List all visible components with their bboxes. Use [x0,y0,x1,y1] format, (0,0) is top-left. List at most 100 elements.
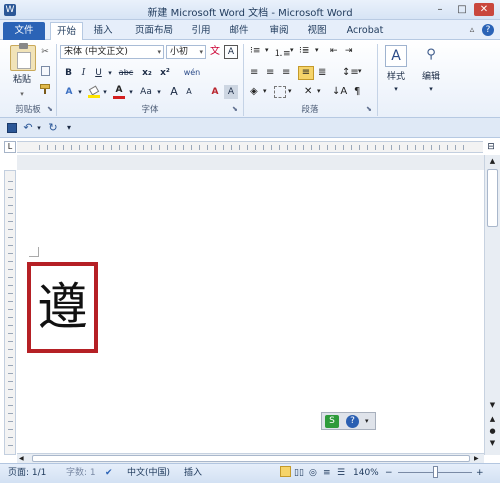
close-button[interactable]: ✕ [474,3,494,16]
sogou-ime-icon[interactable]: S [325,415,339,428]
zoom-slider-thumb[interactable] [433,466,438,478]
font-size-select[interactable]: 小初 ▾ [166,45,206,59]
sort-icon[interactable]: ↓A [332,86,347,97]
tab-page-layout[interactable]: 页面布局 [128,22,180,40]
enclose-char-button[interactable]: A [208,85,222,99]
undo-dropdown-icon[interactable]: ▾ [35,121,43,135]
customize-qat-icon[interactable]: ▾ [64,121,74,135]
previous-page-icon[interactable]: ▲ [487,415,498,423]
styles-dropdown-icon[interactable]: ▾ [388,82,404,96]
format-painter-icon[interactable] [40,84,52,94]
bullets-dropdown-icon[interactable]: ▾ [265,46,269,54]
paragraph-launcher-icon[interactable]: ⬊ [366,105,374,113]
strikethrough-button[interactable]: abc [116,66,136,80]
tab-acrobat[interactable]: Acrobat [343,22,387,40]
increase-indent-icon[interactable]: ⇥ [345,46,353,56]
vertical-scrollbar[interactable]: ▲ ▼ ▲ ● ▼ [484,155,500,455]
text-effects-dropdown-icon[interactable]: ▾ [76,85,84,99]
numbering-icon[interactable]: ⒈≡ [274,46,291,59]
scroll-down-icon[interactable]: ▼ [487,401,498,409]
binoculars-icon[interactable]: ⚲ [420,45,442,67]
subscript-button[interactable]: x₂ [139,66,155,80]
multilevel-dropdown-icon[interactable]: ▾ [315,46,319,54]
shading-dropdown-icon[interactable]: ▾ [263,87,267,95]
font-color-dropdown-icon[interactable]: ▾ [127,85,135,99]
decrease-indent-icon[interactable]: ⇤ [330,46,338,56]
distribute-icon[interactable]: ≣ [318,67,326,78]
align-right-icon[interactable]: ≡ [282,67,290,78]
paste-icon[interactable] [10,43,36,71]
tab-mailings[interactable]: 邮件 [224,22,254,40]
ime-options-icon[interactable]: ▾ [365,415,373,428]
multilevel-list-icon[interactable]: ⁝≣ [299,46,309,56]
align-center-icon[interactable]: ≡ [266,67,274,78]
web-layout-icon[interactable]: ◎ [309,467,321,479]
line-spacing-icon[interactable]: ↕≡ [342,67,359,78]
show-marks-icon[interactable]: ¶ [354,86,360,97]
underline-dropdown-icon[interactable]: ▾ [106,66,114,80]
insert-mode-status[interactable]: 插入 [184,467,208,479]
paste-dropdown-icon[interactable]: ▾ [12,87,32,101]
clipboard-launcher-icon[interactable]: ⬊ [47,105,55,113]
ime-help-icon[interactable]: ? [346,415,359,428]
copy-icon[interactable] [41,66,50,76]
highlight-icon[interactable] [88,85,100,98]
justify-icon[interactable]: ≡ [298,66,314,80]
page-count-status[interactable]: 页面: 1/1 [8,467,58,479]
browse-object-icon[interactable]: ● [487,427,498,435]
bullets-icon[interactable]: ⁝≡ [250,46,260,56]
horizontal-scrollbar[interactable]: ◀ ▶ [17,453,484,463]
zoom-level[interactable]: 140% [353,467,381,479]
print-layout-view-icon[interactable] [280,466,291,477]
tab-file[interactable]: 文件 [3,22,45,40]
minimize-ribbon-icon[interactable]: ▵ [466,24,478,36]
tab-view[interactable]: 视图 [302,22,332,40]
language-status[interactable]: 中文(中国) [127,467,173,479]
tab-home[interactable]: 开始 [50,22,83,40]
scroll-right-icon[interactable]: ▶ [474,454,482,463]
word-count-status[interactable]: 字数: 1 [66,467,102,479]
font-color-button[interactable]: A [112,85,126,99]
bold-button[interactable]: B [62,66,75,80]
redo-icon[interactable]: ↻ [46,121,60,135]
ime-toolbar[interactable]: S ? ▾ [321,412,376,430]
text-effects-button[interactable]: A [62,85,76,99]
phonetic-guide-button[interactable]: 文 [208,45,222,59]
document-text[interactable]: 遵 [31,272,94,342]
scrollbar-thumb[interactable] [487,169,498,227]
hscrollbar-thumb[interactable] [32,455,470,462]
proofing-icon[interactable]: ✔ [105,467,119,479]
help-icon[interactable]: ? [482,24,494,36]
cut-icon[interactable]: ✂ [38,45,52,59]
vertical-ruler[interactable] [4,170,16,455]
char-shading-button[interactable]: A [224,85,238,99]
borders-dropdown-icon[interactable]: ▾ [288,87,292,95]
minimize-button[interactable]: – [430,3,450,16]
scroll-up-icon[interactable]: ▲ [487,157,498,165]
paste-button-label[interactable]: 粘贴 [6,73,38,87]
tab-selector-icon[interactable]: L [4,141,16,153]
font-launcher-icon[interactable]: ⬊ [232,105,240,113]
change-case-button[interactable]: wén [180,66,204,80]
underline-button[interactable]: U [92,66,105,80]
next-page-icon[interactable]: ▼ [487,439,498,447]
tab-review[interactable]: 审阅 [264,22,294,40]
scroll-left-icon[interactable]: ◀ [19,454,27,463]
char-border-button[interactable]: A [224,45,238,59]
save-icon[interactable] [7,123,17,133]
full-screen-reading-icon[interactable]: ▯▯ [294,467,306,479]
chinese-layout-dropdown-icon[interactable]: ▾ [317,87,321,95]
shrink-font-button[interactable]: A [183,85,195,99]
italic-button[interactable]: I [77,66,90,80]
font-family-select[interactable]: 宋体 (中文正文) ▾ [60,45,164,59]
draft-view-icon[interactable]: ☰ [337,467,349,479]
zoom-in-icon[interactable]: + [476,467,486,479]
chinese-layout-icon[interactable]: ✕ [304,86,312,97]
maximize-button[interactable]: □ [452,3,472,16]
tab-references[interactable]: 引用 [186,22,216,40]
undo-icon[interactable]: ↶ [21,121,35,135]
superscript-button[interactable]: x² [157,66,173,80]
styles-icon[interactable]: A [385,45,407,67]
numbering-dropdown-icon[interactable]: ▾ [290,46,294,54]
shading-icon[interactable]: ◈ [250,86,258,97]
